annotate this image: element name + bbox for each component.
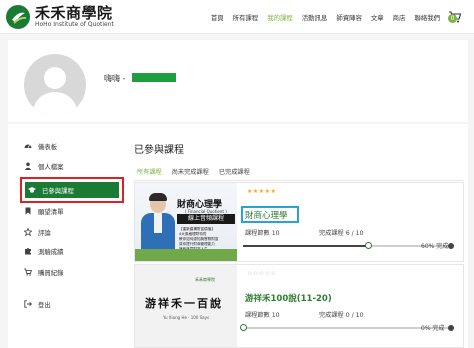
site-header: 禾禾商學院 HoHo Institute of Quotient 首頁 所有課程…	[0, 0, 474, 34]
puzzle-icon	[24, 247, 32, 255]
course-rating: ★★★★★	[247, 188, 277, 195]
profile-card: 嗨嗨 -	[8, 40, 468, 122]
nav-my-courses[interactable]: 我的課程	[267, 13, 293, 22]
profile-username: 嗨嗨 -	[104, 74, 126, 83]
sidebar-item-label: 測驗成績	[38, 247, 64, 256]
tabs-divider	[134, 180, 464, 181]
progress-fill	[243, 245, 368, 247]
sidebar-item-label: 已參與課程	[42, 186, 74, 195]
graduation-cap-icon	[28, 186, 36, 194]
progress-end	[448, 325, 454, 331]
thumbnail-footer-band	[135, 249, 237, 261]
thumbnail-subtitle: Yu Xiang He · 100 Says	[163, 315, 210, 320]
sidebar-item-label: 評論	[38, 228, 51, 237]
sidebar-item-logout[interactable]: 登出	[24, 299, 51, 309]
nav-instructors[interactable]: 師資陣容	[336, 13, 362, 22]
logo-title: 禾禾商學院	[35, 4, 113, 22]
thumbnail-band: 線上音頻課程	[177, 214, 235, 224]
avatar[interactable]	[24, 54, 86, 116]
nav-articles[interactable]: 文章	[371, 13, 384, 22]
course-progress-text: 0% 完成	[421, 325, 445, 332]
bookmark-icon	[24, 207, 32, 215]
sidebar-item-reviews[interactable]: 評論	[24, 227, 51, 237]
user-icon	[24, 162, 32, 170]
course-lesson-count: 課程節數 10	[245, 312, 280, 319]
course-progress-text: 60% 完成	[421, 243, 449, 250]
sidebar-item-enrolled-courses[interactable]: 已參與課程	[25, 182, 119, 198]
progress-knob	[240, 324, 247, 331]
course-progress-bar	[240, 324, 454, 331]
progress-knob	[365, 242, 372, 249]
nav-contact[interactable]: 聯絡我們	[414, 13, 440, 22]
sidebar-item-label: 儀表板	[38, 142, 58, 151]
tab-completed-courses[interactable]: 已完成課程	[219, 167, 250, 176]
course-tabs: 所有課程 尚未完成課程 已完成課程	[137, 167, 250, 176]
page-title: 已參與課程	[134, 145, 184, 156]
thumbnail-title: 游祥禾一百說	[145, 297, 223, 310]
sidebar-item-label: 個人檔案	[38, 162, 64, 171]
logo-mark-icon	[4, 3, 32, 31]
dashboard-icon	[24, 142, 32, 150]
sidebar-item-quiz-scores[interactable]: 測驗成績	[24, 246, 64, 256]
nav-home[interactable]: 首頁	[211, 13, 224, 22]
sidebar-item-label: 購買紀錄	[38, 268, 64, 277]
sidebar-item-profile[interactable]: 個人檔案	[24, 161, 64, 171]
sidebar-item-dashboard[interactable]: 儀表板	[24, 141, 57, 151]
course-card[interactable]: 禾禾商學院 游祥禾一百說 Yu Xiang He · 100 Says ☆☆☆☆…	[134, 264, 464, 348]
cart-icon	[24, 268, 32, 276]
logout-icon	[24, 300, 32, 308]
star-icon	[24, 228, 32, 236]
course-progress-bar	[243, 242, 454, 249]
course-thumbnail[interactable]: 財商心理學 ( Financial Quotient ) 線上音頻課程 【重新建…	[135, 183, 237, 261]
course-title[interactable]: 財商心理學	[245, 209, 288, 221]
sidebar-item-label: 登出	[38, 300, 51, 309]
tab-in-progress-courses[interactable]: 尚未完成課程	[172, 167, 209, 176]
sidebar-item-label: 願望清單	[38, 207, 64, 216]
tab-all-courses[interactable]: 所有課程	[137, 167, 162, 176]
sidebar-item-purchase-history[interactable]: 購買紀錄	[24, 267, 64, 277]
thumbnail-logo: 禾禾商學院	[195, 277, 215, 282]
sidebar-active-highlight: 已參與課程	[20, 177, 124, 203]
course-thumbnail[interactable]: 禾禾商學院 游祥禾一百說 Yu Xiang He · 100 Says	[135, 265, 237, 347]
course-lesson-count: 課程節數 10	[245, 230, 280, 237]
site-logo[interactable]: 禾禾商學院 HoHo Institute of Quotient	[4, 3, 114, 31]
course-completed-count: 完成課程 6 / 10	[319, 230, 364, 237]
nav-events[interactable]: 活動訊息	[302, 13, 328, 22]
course-card[interactable]: 財商心理學 ( Financial Quotient ) 線上音頻課程 【重新建…	[134, 182, 464, 262]
nav-shop[interactable]: 商店	[393, 13, 406, 22]
progress-end	[448, 243, 454, 249]
course-title[interactable]: 游祥禾100說(11-20)	[245, 292, 332, 304]
nav-all-courses[interactable]: 所有課程	[233, 13, 259, 22]
cart-icon[interactable]: 0	[448, 9, 462, 23]
course-completed-count: 完成課程 0 / 10	[319, 312, 364, 319]
main-nav: 首頁 所有課程 我的課程 活動訊息 師資陣容 文章 商店 聯絡我們	[211, 13, 440, 22]
cart-count-badge: 0	[448, 14, 457, 23]
name-redaction	[132, 73, 176, 82]
sidebar-item-wishlist[interactable]: 願望清單	[24, 206, 64, 216]
logo-subtitle: HoHo Institute of Quotient	[35, 21, 114, 28]
course-rating: ☆☆☆☆☆	[247, 270, 277, 277]
